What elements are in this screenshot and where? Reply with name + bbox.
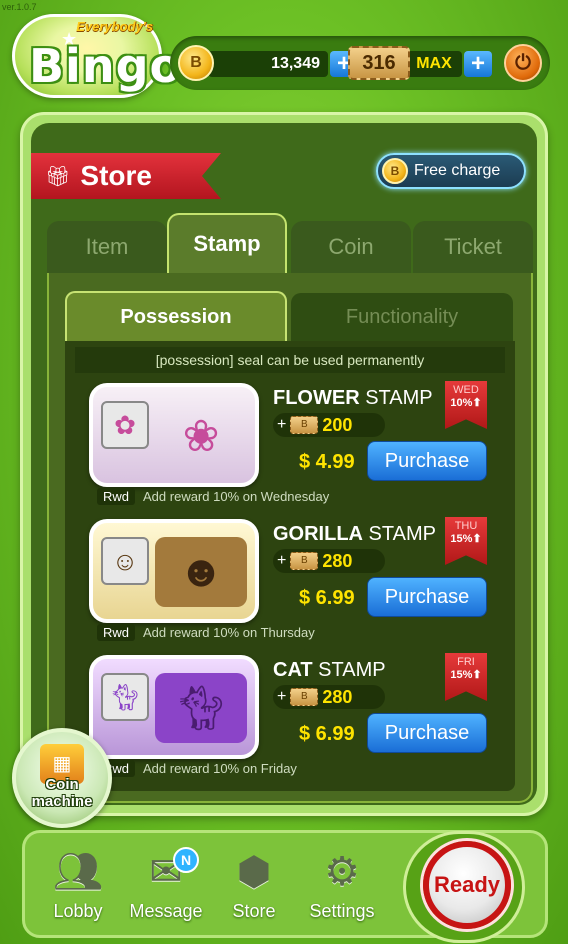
gorilla-stamp-icon: ☻ (155, 537, 247, 607)
gear-icon: ⚙ (324, 850, 360, 894)
nav-label: Message (129, 901, 203, 921)
ticket-icon: B (290, 416, 319, 434)
nav-lobby[interactable]: 👥︎ Lobby (33, 843, 123, 922)
nav-label: Store (232, 901, 276, 921)
ticket-count: 316 (348, 46, 410, 80)
nav-settings[interactable]: ⚙ Settings (297, 843, 387, 922)
nav-store[interactable]: ⬢ Store (209, 843, 299, 922)
store-title: Store (80, 160, 152, 191)
version-label: ver.1.0.7 (2, 2, 37, 12)
coin-machine-button[interactable]: ▦ Coin machine (12, 728, 112, 828)
tab-item[interactable]: Item (47, 221, 167, 273)
purchase-button[interactable]: Purchase (367, 713, 487, 753)
flower-stamp-icon: ❀ (182, 411, 220, 461)
nav-message[interactable]: ✉ N Message (121, 843, 211, 922)
stamp-tab-content: Functionality Possession [possession] se… (47, 273, 533, 803)
purchase-button[interactable]: Purchase (367, 441, 487, 481)
store-panel-body: 🎁︎ Store B Free charge Item Coin Ticket … (31, 123, 537, 805)
item-name: FLOWER STAMP (273, 387, 433, 409)
subtab-functionality[interactable]: Functionality (291, 293, 513, 341)
coin-machine-label: Coin machine (31, 776, 93, 810)
day-bonus-flag: FRI 15%⬆ (445, 653, 487, 701)
coin-icon: B (382, 158, 408, 184)
store-header: 🎁︎ Store (31, 153, 221, 199)
day-bonus-flag: THU 15%⬆ (445, 517, 487, 565)
list-item: ✿ ❀ FLOWER STAMP + B 200 WED 10%⬆ $ 4.99… (77, 381, 507, 511)
free-charge-label: Free charge (414, 162, 501, 179)
stamp-subtabs: Functionality Possession (65, 291, 515, 341)
item-price: $ 6.99 (299, 723, 355, 745)
gorilla-icon: ☺ (101, 537, 149, 585)
tab-stamp[interactable]: Stamp (167, 213, 287, 273)
subtab-possession[interactable]: Possession (65, 291, 287, 341)
new-message-badge: N (173, 847, 199, 873)
coin-balance: 13,349 (208, 51, 328, 77)
item-bonus: + B 280 (273, 685, 385, 709)
ticket-icon: B (290, 552, 319, 570)
flower-icon: ✿ (101, 401, 149, 449)
cat-stamp-image: 🐈︎ 🐈︎ (89, 655, 259, 759)
add-tickets-button[interactable]: + (464, 51, 492, 77)
reward-info: Rwd Add reward 10% on Wednesday (97, 488, 329, 505)
cat-icon: 🐈︎ (101, 673, 149, 721)
item-bonus: + B 200 (273, 413, 385, 437)
flower-stamp-image: ✿ ❀ (89, 383, 259, 487)
people-icon: 👥︎ (52, 850, 104, 894)
store-tabs: Item Coin Ticket Stamp (47, 213, 533, 273)
logo-subtitle: Everybody's (76, 19, 153, 34)
purchase-button[interactable]: Purchase (367, 577, 487, 617)
item-name: GORILLA STAMP (273, 523, 436, 545)
tab-ticket[interactable]: Ticket (413, 221, 533, 273)
cat-stamp-icon: 🐈︎ (155, 673, 247, 743)
reward-info: Rwd Add reward 10% on Thursday (97, 624, 315, 641)
envelope-icon: ✉ (149, 850, 183, 894)
item-name: CAT STAMP (273, 659, 386, 681)
ticket-status: MAX (406, 51, 462, 77)
logo-title: Bingo (29, 39, 183, 93)
gift-icon: 🎁︎ (45, 165, 71, 188)
stamp-list[interactable]: [possession] seal can be used permanentl… (65, 341, 515, 791)
tab-coin[interactable]: Coin (291, 221, 411, 273)
coin-value: 13,349 (271, 55, 320, 72)
ticket-icon: B (290, 688, 319, 706)
currency-bar: 13,349 B + MAX 316 + ⏻ (170, 36, 550, 90)
day-bonus-flag: WED 10%⬆ (445, 381, 487, 429)
box-icon: ⬢ (236, 850, 272, 894)
nav-label: Settings (309, 901, 375, 921)
list-item: 🐈︎ 🐈︎ CAT STAMP + B 280 FRI 15%⬆ $ 6.99 … (77, 653, 507, 783)
item-price: $ 6.99 (299, 587, 355, 609)
reward-info: Rwd Add reward 10% on Friday (97, 760, 297, 777)
bottom-nav: 👥︎ Lobby ✉ N Message ⬢ Store ⚙ Settings … (22, 830, 548, 943)
list-item: ☺ ☻ GORILLA STAMP + B 280 THU 15%⬆ $ 6.9… (77, 517, 507, 647)
free-charge-button[interactable]: B Free charge (376, 153, 526, 189)
item-price: $ 4.99 (299, 451, 355, 473)
gorilla-stamp-image: ☺ ☻ (89, 519, 259, 623)
power-button[interactable]: ⏻ (504, 44, 542, 82)
store-panel: 🎁︎ Store B Free charge Item Coin Ticket … (20, 112, 548, 816)
coin-icon: B (178, 45, 214, 81)
bingo-logo: Everybody's ★ Bingo (12, 14, 181, 98)
ready-button[interactable]: Ready (423, 841, 511, 929)
nav-label: Lobby (53, 901, 103, 921)
item-bonus: + B 280 (273, 549, 385, 573)
possession-notice: [possession] seal can be used permanentl… (75, 347, 505, 373)
